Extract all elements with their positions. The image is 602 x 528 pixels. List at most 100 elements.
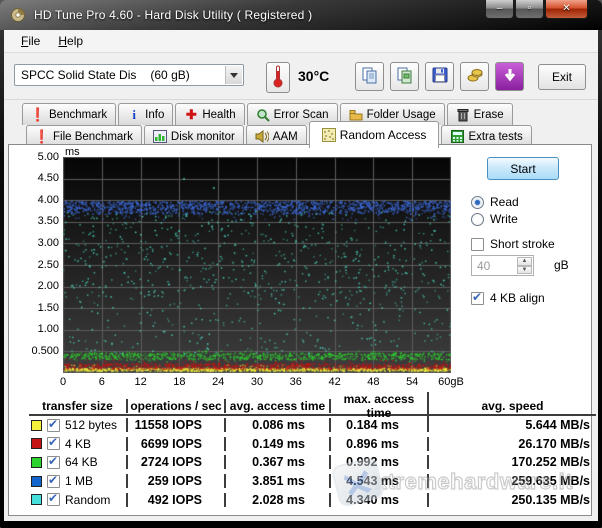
maximize-button[interactable]: ▫ xyxy=(515,0,544,19)
drive-name: SPCC Solid State Dis xyxy=(21,68,136,82)
avg-value: 3.851 ms xyxy=(226,474,331,488)
y-tick: 4.50 xyxy=(11,172,59,184)
thermometer-icon xyxy=(273,64,283,91)
series-checkbox[interactable] xyxy=(47,475,60,488)
tab-label: Random Access xyxy=(340,128,427,142)
series-color-swatch xyxy=(31,457,42,468)
series-checkbox[interactable] xyxy=(47,419,60,432)
transfer-size-label: 64 KB xyxy=(65,455,98,469)
save-icon xyxy=(431,66,449,87)
series-color-swatch xyxy=(31,476,42,487)
avg-value: 0.086 ms xyxy=(226,418,331,432)
toolbar: SPCC Solid State Dis (60 gB) 30°C Exit xyxy=(4,54,598,100)
speed-value: 26.170 MB/s xyxy=(429,437,596,451)
write-radio[interactable]: Write xyxy=(471,212,518,226)
copy-text-button[interactable] xyxy=(355,62,384,91)
x-tick: 42 xyxy=(313,376,357,388)
app-icon xyxy=(10,7,26,23)
write-label: Write xyxy=(490,212,518,226)
tab-erase[interactable]: Erase xyxy=(447,103,513,125)
tab-info[interactable]: iInfo xyxy=(118,103,173,125)
checkbox-icon[interactable] xyxy=(471,292,484,305)
y-tick: 0.500 xyxy=(11,345,59,357)
title-bar[interactable]: HD Tune Pro 4.60 - Hard Disk Utility ( R… xyxy=(0,0,602,30)
access-time-scatter-plot xyxy=(63,157,451,373)
exit-button[interactable]: Exit xyxy=(538,64,586,90)
spin-up-icon[interactable]: ▲ xyxy=(517,257,532,266)
tab-random-access[interactable]: Random Access xyxy=(309,121,440,148)
series-checkbox[interactable] xyxy=(47,493,60,506)
results-table: transfer sizeoperations / secavg. access… xyxy=(29,398,596,509)
capacity-value: 40 xyxy=(477,259,490,273)
tab-benchmark[interactable]: ❗ Benchmark xyxy=(22,103,116,125)
table-row: 512 bytes11558 IOPS0.086 ms0.184 ms5.644… xyxy=(29,416,596,435)
series-color-swatch xyxy=(31,438,42,449)
avg-value: 0.149 ms xyxy=(226,437,331,451)
ops-value: 11558 IOPS xyxy=(128,418,226,432)
max-value: 0.896 ms xyxy=(331,437,429,451)
donate-button[interactable] xyxy=(460,62,489,91)
x-tick: 0 xyxy=(41,376,85,388)
spin-down-icon[interactable]: ▼ xyxy=(517,266,532,275)
tab-label: Error Scan xyxy=(274,109,329,121)
drive-size: (60 gB) xyxy=(150,68,189,82)
read-radio[interactable]: Read xyxy=(471,195,519,209)
ops-value: 492 IOPS xyxy=(128,493,226,507)
max-value: 4.543 ms xyxy=(331,474,429,488)
minimize-button[interactable]: – xyxy=(485,0,514,19)
y-tick: 1.50 xyxy=(11,302,59,314)
health-icon: ✚ xyxy=(184,108,198,122)
download-button[interactable] xyxy=(495,62,524,91)
x-tick: 54 xyxy=(390,376,434,388)
align-checkbox[interactable]: 4 KB align xyxy=(471,291,545,305)
avg-value: 0.367 ms xyxy=(226,455,331,469)
coins-icon xyxy=(466,66,484,87)
y-tick: 5.00 xyxy=(11,151,59,163)
tab-label: Folder Usage xyxy=(367,109,436,121)
series-checkbox[interactable] xyxy=(47,437,60,450)
tab-label: Benchmark xyxy=(49,109,107,121)
tab-label: Info xyxy=(145,109,164,121)
transfer-size-label: Random xyxy=(65,493,110,507)
table-header: transfer sizeoperations / secavg. access… xyxy=(29,398,596,416)
radio-icon[interactable] xyxy=(471,196,484,209)
y-tick: 4.00 xyxy=(11,194,59,206)
file-benchmark-icon: ❗ xyxy=(35,130,49,144)
close-button[interactable]: ✕ xyxy=(545,0,588,19)
drive-select[interactable]: SPCC Solid State Dis (60 gB) xyxy=(14,64,244,86)
table-row: 4 KB6699 IOPS0.149 ms0.896 ms26.170 MB/s xyxy=(29,435,596,454)
save-button[interactable] xyxy=(425,62,454,91)
table-row: 1 MB259 IOPS3.851 ms4.543 ms259.635 MB/s xyxy=(29,472,596,491)
read-label: Read xyxy=(490,195,519,209)
tab-label: Extra tests xyxy=(468,131,522,143)
temperature-button[interactable] xyxy=(266,62,290,93)
column-header: transfer size xyxy=(29,399,128,413)
folder-icon xyxy=(349,108,363,122)
ops-value: 259 IOPS xyxy=(128,474,226,488)
x-tick: 30 xyxy=(235,376,279,388)
capacity-spinner[interactable]: 40 ▲ ▼ xyxy=(471,255,534,276)
speed-value: 5.644 MB/s xyxy=(429,418,596,432)
x-tick: 24 xyxy=(196,376,240,388)
max-value: 4.340 ms xyxy=(331,493,429,507)
series-checkbox[interactable] xyxy=(47,456,60,469)
copy-image-button[interactable] xyxy=(390,62,419,91)
y-tick: 1.00 xyxy=(11,323,59,335)
start-button[interactable]: Start xyxy=(487,157,559,180)
checkbox-icon[interactable] xyxy=(471,238,484,251)
radio-icon[interactable] xyxy=(471,213,484,226)
menu-item-file[interactable]: File xyxy=(12,32,49,50)
client-area: FileHelp SPCC Solid State Dis (60 gB) 30… xyxy=(4,30,598,521)
benchmark-icon: ❗ xyxy=(31,108,45,122)
column-header: max. access time xyxy=(331,392,429,420)
max-value: 0.184 ms xyxy=(331,418,429,432)
chevron-down-icon[interactable] xyxy=(225,66,242,84)
disk-monitor-icon xyxy=(153,130,167,144)
short-stroke-checkbox[interactable]: Short stroke xyxy=(471,237,555,251)
y-tick: 3.50 xyxy=(11,215,59,227)
tab-label: Erase xyxy=(474,109,504,121)
erase-icon xyxy=(456,108,470,122)
download-icon xyxy=(502,67,518,86)
tab-health[interactable]: ✚Health xyxy=(175,103,244,125)
menu-item-help[interactable]: Help xyxy=(49,32,92,50)
